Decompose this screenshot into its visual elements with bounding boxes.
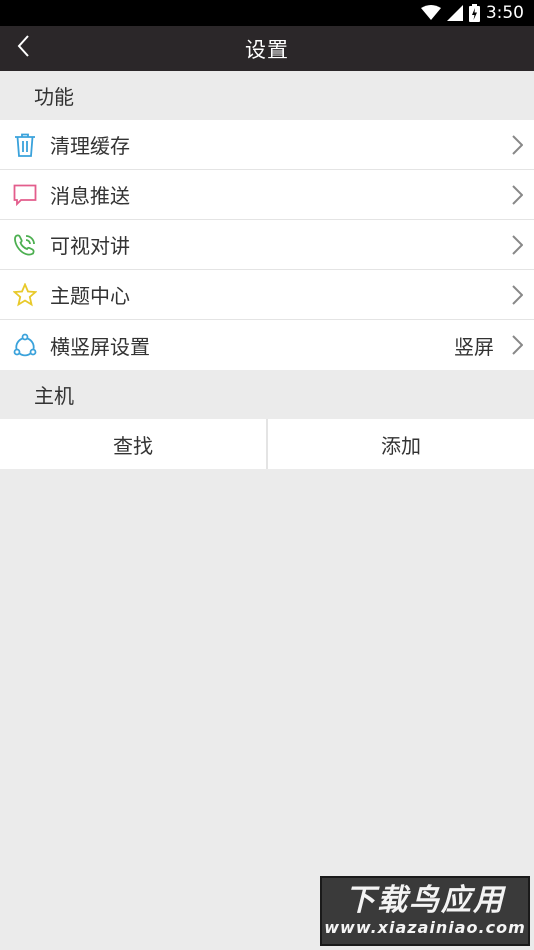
list-item-message-push[interactable]: 消息推送 <box>0 170 534 220</box>
chevron-right-icon <box>500 335 534 355</box>
list-item-clear-cache[interactable]: 清理缓存 <box>0 120 534 170</box>
chevron-left-icon <box>16 34 30 62</box>
section-header-host: 主机 <box>0 370 534 419</box>
watermark-logo: 下载鸟应用 www.xiazainiao.com <box>320 876 530 946</box>
item-label: 主题中心 <box>50 284 130 308</box>
chevron-right-icon <box>500 134 534 155</box>
features-list: 清理缓存 消息推送 可视对讲 主题中心 横竖屏设置 竖屏 <box>0 120 534 370</box>
back-button[interactable] <box>8 33 38 63</box>
star-icon <box>0 270 50 320</box>
item-label: 消息推送 <box>50 184 130 208</box>
phone-icon <box>0 220 50 270</box>
item-label: 清理缓存 <box>50 134 130 158</box>
chevron-right-icon <box>500 184 534 205</box>
list-item-orientation-settings[interactable]: 横竖屏设置 竖屏 <box>0 320 534 370</box>
add-button[interactable]: 添加 <box>268 419 534 469</box>
signal-icon <box>446 5 463 21</box>
host-actions: 查找 添加 <box>0 419 534 469</box>
watermark-url: www.xiazainiao.com <box>324 918 526 937</box>
status-bar: 3:50 <box>0 0 534 26</box>
battery-icon <box>468 4 480 22</box>
status-time: 3:50 <box>485 3 524 23</box>
message-icon <box>0 170 50 220</box>
list-item-theme-center[interactable]: 主题中心 <box>0 270 534 320</box>
item-label: 可视对讲 <box>50 234 130 258</box>
trash-icon <box>0 120 50 170</box>
watermark-title: 下载鸟应用 <box>345 883 505 918</box>
orientation-value: 竖屏 <box>454 334 494 359</box>
wifi-icon <box>420 5 441 21</box>
section-header-features: 功能 <box>0 71 534 120</box>
app-bar: 设置 <box>0 26 534 71</box>
chevron-right-icon <box>500 284 534 305</box>
rotate-icon <box>0 320 50 370</box>
chevron-right-icon <box>500 234 534 255</box>
item-label: 横竖屏设置 <box>50 334 150 359</box>
page-title: 设置 <box>245 37 289 62</box>
list-item-video-intercom[interactable]: 可视对讲 <box>0 220 534 270</box>
find-button[interactable]: 查找 <box>0 419 266 469</box>
